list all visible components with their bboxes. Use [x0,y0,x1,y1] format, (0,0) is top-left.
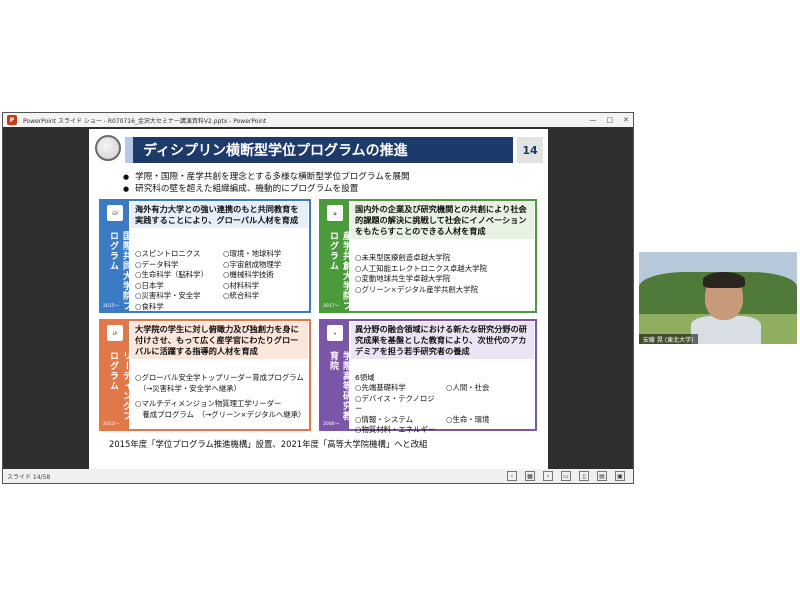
program-box-advanced-research: ✦ 学際高等研究教育院 2006〜 異分野の融合領域における新たな研究分野の研究… [319,319,537,434]
next-slide-button[interactable]: › [543,471,553,481]
program-list: ○先端基礎科学 ○人間・社会 ○デバイス・テクノロジー ○情報・システム ○生命… [355,383,533,436]
slide-number: 14 [517,137,543,163]
statusbar-buttons: ‹ ▦ › ▭ ▯ ▤ ▣ [507,471,625,481]
slide-counter: スライド 14/58 [7,473,51,481]
program-list: ○グローバル安全学トップリーダー育成プログラム （→災害科学・安全学へ継承） ○… [135,373,307,420]
slide-sorter-button[interactable]: ▤ [597,471,607,481]
program-year: 2013〜 [103,422,119,427]
window-title: PowerPoint スライド ショー - R070716_金沢大セミナー講演資… [23,117,267,125]
program-side-label: LP リーディングプログラム 2013〜 [101,321,131,429]
program-list: ○未来型医療創造卓越大学院 ○人工知能エレクトロニクス卓越大学院 ○変動地球共生… [355,253,533,295]
list-item: ○機械科学技術 [223,270,274,279]
list-item: （→災害科学・安全学へ継承） [135,383,241,393]
program-side-label: ✿ 産学共創大学院プログラム 2017〜 [321,201,351,311]
program-description: 国内外の企業及び研究機関との共創により社会的課題の解決に挑戦して社会にイノベーシ… [351,202,534,239]
list-item: 養成プログラム （→グリーン×デジタルへ継承） [135,409,306,419]
program-name: 国際共同大学院プログラム [108,231,131,311]
program-box-industry: ✿ 産学共創大学院プログラム 2017〜 国内外の企業及び研究機関との共創により… [319,199,537,313]
list-item: ○材料科学 [223,280,260,290]
bullet-item: 学際・国際・産学共創を理念とする多様な横断型学位プログラムを展開 [123,170,410,182]
program-year: 2017〜 [323,304,339,309]
program-logo-icon: LP [107,325,123,341]
program-logo-icon: ✦ [327,325,343,341]
window-titlebar: P PowerPoint スライド ショー - R070716_金沢大セミナー講… [3,113,633,127]
reading-view-button[interactable]: ▯ [579,471,589,481]
list-item: ○人間・社会 [446,383,490,392]
normal-view-button[interactable]: ▭ [561,471,571,481]
list-item: ○人工知能エレクトロニクス卓越大学院 [355,263,487,273]
program-name: 学際高等研究教育院 [328,351,351,421]
slide-area: ディシプリン横断型学位プログラムの推進 14 学際・国際・産学共創を理念とする多… [3,127,633,469]
program-description: 海外有力大学との強い連携のもと共同教育を実践することにより、グローバル人材を育成 [131,202,308,228]
list-item: ○情報・システム [355,414,413,424]
program-side-label: ✦ 学際高等研究教育院 2006〜 [321,321,351,429]
list-item: ○グローバル安全学トップリーダー育成プログラム [135,373,304,382]
maximize-button[interactable]: □ [607,116,614,124]
minimize-button[interactable]: — [590,116,597,124]
speaker-figure [703,272,745,288]
list-item: ○日本学 [135,280,164,290]
list-item [446,425,533,436]
program-side-label: GP 国際共同大学院プログラム 2015〜 [101,201,131,311]
bullet-item: 研究科の壁を超えた組織編成、機動的にプログラムを設置 [123,182,358,194]
list-item: ○災害科学・安全学 [135,291,201,300]
webcam-video-tile[interactable]: 安藤 晃 (東北大学) [639,252,797,344]
list-item: ○物質材料・エネルギー [355,425,436,434]
list-item: ○食科学 [135,301,164,311]
close-button[interactable]: ✕ [623,116,629,124]
program-logo-icon: GP [107,205,123,221]
powerpoint-app-icon: P [7,115,17,125]
list-item: ○生命・環境 [446,414,490,424]
program-description: 異分野の融合領域における新たな研究分野の研究成果を基盤とした教育により、次世代の… [351,322,534,359]
program-name: リーディングプログラム [108,351,131,421]
slideshow-button[interactable]: ▣ [615,471,625,481]
program-year: 2006〜 [323,422,339,427]
list-item: ○変動地球共生学卓越大学院 [355,274,451,283]
list-item [446,394,533,415]
list-item: ○グリーン×デジタル産学共創大学院 [355,284,478,294]
slide-menu-button[interactable]: ▦ [525,471,535,481]
program-year: 2015〜 [103,304,119,309]
slide-footer-note: 2015年度「学位プログラム推進機構」設置、2021年度「高等大学院機構」へと改… [109,439,428,449]
list-item: ○生命科学（脳科学） [135,270,208,279]
slide[interactable]: ディシプリン横断型学位プログラムの推進 14 学際・国際・産学共創を理念とする多… [89,129,548,469]
list-item: ○デバイス・テクノロジー [355,393,435,414]
program-description: 大学院の学生に対し俯瞰力及び独創力を身に付けさせ、もって広く産学官にわたりグロー… [131,322,308,359]
university-logo-icon [95,135,121,161]
program-logo-icon: ✿ [327,205,343,221]
speaker-name-tag: 安藤 晃 (東北大学) [639,334,698,344]
program-name: 産学共創大学院プログラム [328,231,351,311]
program-list: ○スピントロニクス ○環境・地球科学 ○データ科学 ○宇宙創成物理学 ○生命科学… [135,249,307,312]
list-item [223,302,307,313]
list-item: ○未来型医療創造卓越大学院 [355,253,451,262]
program-box-international: GP 国際共同大学院プログラム 2015〜 海外有力大学との強い連携のもと共同教… [99,199,311,313]
list-item: ○統合科学 [223,291,260,300]
list-item: ○先端基礎科学 [355,383,406,392]
screen: P PowerPoint スライド ショー - R070716_金沢大セミナー講… [0,0,800,600]
list-item: ○宇宙創成物理学 [223,259,282,269]
powerpoint-slideshow-window: P PowerPoint スライド ショー - R070716_金沢大セミナー講… [2,112,634,484]
program-box-leading: LP リーディングプログラム 2013〜 大学院の学生に対し俯瞰力及び独創力を身… [99,319,311,431]
speaker-figure [691,316,761,344]
window-controls: — □ ✕ [590,113,630,127]
slide-title: ディシプリン横断型学位プログラムの推進 [125,137,513,163]
list-item: ○環境・地球科学 [223,249,282,258]
list-item: ○スピントロニクス [135,249,201,258]
program-list-intro: 6領域 [355,373,375,382]
list-item: ○マルチディメンジョン物質理工学リーダー [135,399,282,408]
previous-slide-button[interactable]: ‹ [507,471,517,481]
list-item: ○データ科学 [135,259,179,269]
slideshow-statusbar: スライド 14/58 ‹ ▦ › ▭ ▯ ▤ ▣ [3,469,633,483]
